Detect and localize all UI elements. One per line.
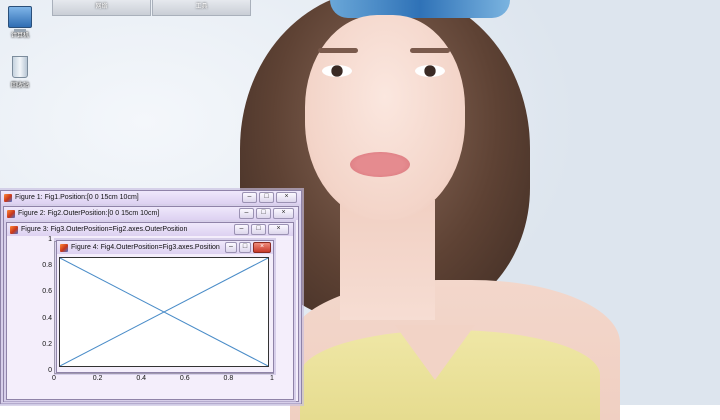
- wallpaper-face: [305, 15, 465, 220]
- figure-1-titlebar[interactable]: Figure 1: Fig1.Position:[0 0 15cm 10cm] …: [1, 191, 301, 204]
- wallpaper-lips: [350, 152, 410, 177]
- maximize-button[interactable]: □: [259, 192, 274, 203]
- desktop-icon-label: 回收站: [10, 83, 29, 89]
- wallpaper-headscarf: [330, 0, 510, 18]
- window-controls: – □ ×: [234, 224, 289, 235]
- wallpaper-vneck: [395, 325, 475, 380]
- plot-svg: [60, 258, 268, 366]
- close-button[interactable]: ×: [253, 242, 271, 253]
- close-button[interactable]: ×: [273, 208, 294, 219]
- maximize-button[interactable]: □: [251, 224, 266, 235]
- figure-2-titlebar[interactable]: Figure 2: Fig2.OuterPosition:[0 0 15cm 1…: [4, 207, 298, 220]
- matlab-icon: [4, 193, 12, 202]
- x-tick-label: 0.6: [179, 375, 190, 382]
- window-controls: – □ ×: [239, 208, 294, 219]
- minimize-button[interactable]: –: [242, 192, 257, 203]
- figure-4-titlebar[interactable]: Figure 4: Fig4.OuterPosition=Fig3.axes.P…: [57, 241, 273, 254]
- matlab-icon: [7, 209, 15, 218]
- wallpaper-eye-right: [415, 65, 445, 77]
- close-button[interactable]: ×: [276, 192, 297, 203]
- y-tick-label: 0.2: [42, 340, 52, 348]
- matlab-icon: [60, 243, 68, 252]
- y-tick-label: 1: [48, 236, 52, 243]
- wallpaper-eye-left: [322, 65, 352, 77]
- window-title: Figure 1: Fig1.Position:[0 0 15cm 10cm]: [15, 194, 139, 201]
- window-title: Figure 2: Fig2.OuterPosition:[0 0 15cm 1…: [18, 210, 160, 217]
- matlab-icon: [10, 225, 18, 234]
- window-controls: – □ ×: [242, 192, 297, 203]
- figure-4-plot-area[interactable]: [59, 257, 269, 367]
- minimize-button[interactable]: –: [234, 224, 249, 235]
- maximize-button[interactable]: □: [256, 208, 271, 219]
- y-tick-label: 0.8: [42, 262, 52, 270]
- x-tick-label: 0.2: [92, 375, 103, 382]
- figure-3-titlebar[interactable]: Figure 3: Fig3.OuterPosition=Fig2.axes.O…: [7, 223, 293, 236]
- toolbar-button-tools[interactable]: 工具: [152, 0, 251, 16]
- window-title: Figure 4: Fig4.OuterPosition=Fig3.axes.P…: [71, 244, 220, 251]
- window-controls: – □ ×: [225, 242, 271, 253]
- x-tick-label: 0: [52, 375, 56, 382]
- toolbar-button-network[interactable]: 网络: [52, 0, 151, 16]
- y-tick-label: 0.4: [42, 314, 52, 322]
- close-button[interactable]: ×: [268, 224, 289, 235]
- desktop-icon-computer[interactable]: 计算机: [0, 6, 40, 39]
- desktop-icon-recycle-bin[interactable]: 回收站: [0, 56, 40, 89]
- maximize-button[interactable]: □: [239, 242, 251, 253]
- recycle-bin-icon: [12, 56, 28, 78]
- figure-4-window[interactable]: Figure 4: Fig4.OuterPosition=Fig3.axes.P…: [56, 240, 274, 373]
- x-tick-label: 0.4: [136, 375, 147, 382]
- computer-icon: [8, 6, 32, 32]
- wallpaper-brow-right: [410, 48, 450, 53]
- x-tick-label: 1: [270, 375, 274, 382]
- y-tick-label: 0: [48, 367, 52, 374]
- minimize-button[interactable]: –: [239, 208, 254, 219]
- x-tick-label: 0.8: [223, 375, 234, 382]
- y-tick-label: 0.6: [42, 288, 52, 296]
- wallpaper-brow-left: [318, 48, 358, 53]
- top-toolbar: 网络 工具: [52, 0, 252, 16]
- minimize-button[interactable]: –: [225, 242, 237, 253]
- window-title: Figure 3: Fig3.OuterPosition=Fig2.axes.O…: [21, 226, 188, 233]
